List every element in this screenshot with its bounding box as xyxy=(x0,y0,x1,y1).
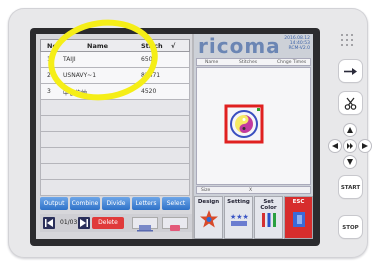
dpad-down-button[interactable] xyxy=(344,156,356,168)
exit-door-icon xyxy=(293,212,305,227)
setting-button[interactable]: Setting ★★★ xyxy=(224,196,253,239)
col-stitches: Stitches xyxy=(239,60,258,65)
col-change-times: Chnge Times xyxy=(277,60,307,65)
version-text: RCM-V2.0 xyxy=(288,46,310,51)
settings-stars-icon: ★★★ xyxy=(230,213,249,226)
page-indicator: 01/03 xyxy=(60,219,78,226)
table-row-empty[interactable] xyxy=(40,164,190,180)
fast-forward-icon xyxy=(347,143,353,149)
arrow-right-icon xyxy=(344,68,357,75)
col-check: √ xyxy=(171,42,176,50)
dpad-right-button[interactable] xyxy=(359,140,371,152)
delete-button[interactable]: Delete xyxy=(92,217,124,229)
eraser-icon xyxy=(170,225,180,231)
cut-button[interactable] xyxy=(339,92,362,114)
triangle-right-icon xyxy=(362,143,368,149)
setting-label: Setting xyxy=(227,199,250,205)
brand-logo: ricoma xyxy=(198,34,281,58)
dpad-center-button[interactable] xyxy=(344,140,356,152)
triangle-left-icon xyxy=(332,143,338,149)
skip-back-icon xyxy=(45,219,53,227)
tab-divide[interactable]: Divide xyxy=(102,197,130,210)
datetime-display: 2016.08.12 14:40:53 RCM-V2.0 xyxy=(284,36,310,51)
design-preview-graphic xyxy=(224,104,264,144)
table-row-empty[interactable] xyxy=(40,100,190,116)
table-row-empty[interactable] xyxy=(40,132,190,148)
triangle-up-icon xyxy=(347,127,353,133)
stop-label: STOP xyxy=(342,225,359,231)
set-color-button[interactable]: Set Color xyxy=(254,196,283,239)
action-bar: Design Setting ★★★ Set Color ESC xyxy=(194,196,313,239)
col-name: Name xyxy=(205,60,219,65)
skip-forward-icon xyxy=(80,219,88,227)
next-page-button[interactable] xyxy=(78,217,90,229)
exit-label: ESC xyxy=(292,199,305,205)
dpad-left-button[interactable] xyxy=(329,140,341,152)
size-label: Size xyxy=(201,188,211,193)
design-preview[interactable] xyxy=(196,67,311,185)
design-button[interactable]: Design xyxy=(194,196,223,239)
stop-button[interactable]: STOP xyxy=(339,216,362,238)
eraser-button[interactable] xyxy=(162,217,188,231)
start-label: START xyxy=(340,185,361,191)
sewing-machine-button[interactable] xyxy=(132,217,158,232)
row-stitch: 4520 xyxy=(141,88,157,95)
thread-spools-icon xyxy=(262,213,276,227)
star-icon xyxy=(200,210,218,228)
tab-output[interactable]: Output xyxy=(40,197,68,210)
scissors-icon xyxy=(344,97,357,110)
table-row-empty[interactable] xyxy=(40,148,190,164)
triangle-down-icon xyxy=(347,159,353,165)
color-table-header: Name Stitches Chnge Times xyxy=(196,58,311,66)
function-tabs: Output Combine Divide Letters Select xyxy=(40,197,192,210)
x-label: X xyxy=(249,188,253,193)
tab-select[interactable]: Select xyxy=(162,197,190,210)
pager-bar: 01/03 Delete xyxy=(40,214,192,232)
dpad-up-button[interactable] xyxy=(344,124,356,136)
design-label: Design xyxy=(197,199,220,205)
svg-text:★★★: ★★★ xyxy=(230,213,249,221)
start-button[interactable]: START xyxy=(339,176,362,198)
exit-button[interactable]: ESC xyxy=(284,196,313,239)
table-row-empty[interactable] xyxy=(40,116,190,132)
prev-page-button[interactable] xyxy=(43,217,55,229)
sewing-machine-icon xyxy=(137,225,153,232)
tab-combine[interactable]: Combine xyxy=(70,197,100,210)
table-row-empty[interactable] xyxy=(40,180,190,196)
tab-letters[interactable]: Letters xyxy=(132,197,160,210)
row-no: 3 xyxy=(47,88,51,95)
size-bar: Size X xyxy=(196,186,311,194)
preview-pane: ricoma 2016.08.12 14:40:53 RCM-V2.0 Name… xyxy=(194,34,313,239)
next-function-button[interactable] xyxy=(339,60,362,82)
